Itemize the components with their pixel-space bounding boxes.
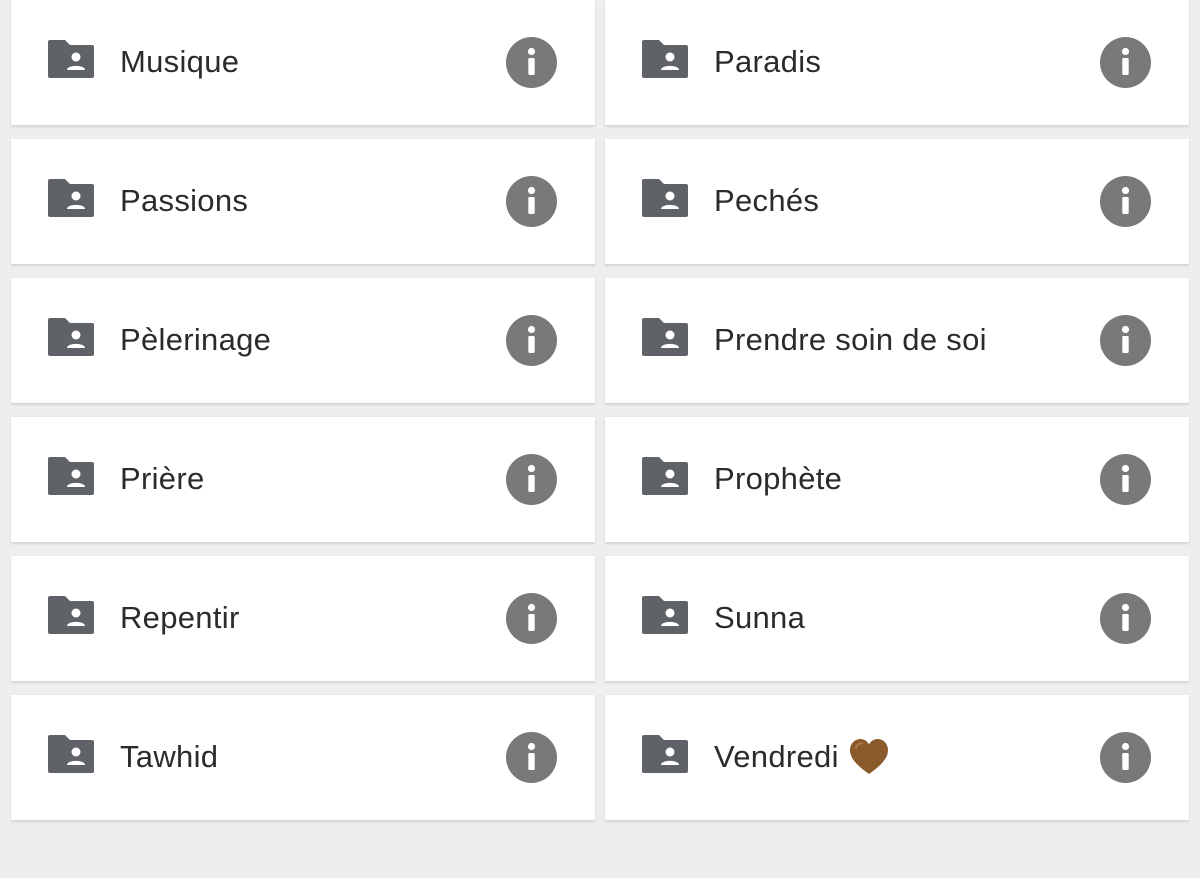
folder-name: Sunna xyxy=(714,600,806,635)
folder-card-passions[interactable]: Passions xyxy=(11,139,595,264)
folder-name: Tawhid xyxy=(120,739,219,774)
shared-folder-icon xyxy=(48,318,94,356)
folder-name: Pèlerinage xyxy=(120,322,272,357)
folder-name: Prière xyxy=(120,461,205,496)
folder-card-prophete[interactable]: Prophète xyxy=(605,417,1189,542)
folder-card-sunna[interactable]: Sunna xyxy=(605,556,1189,681)
shared-folders-grid: Musique Paradis Passions Pechés Pèlerina… xyxy=(11,0,1189,820)
folder-name: Passions xyxy=(120,183,249,218)
shared-folder-icon xyxy=(642,735,688,773)
folder-card-musique[interactable]: Musique xyxy=(11,0,595,125)
folder-name: Prophète xyxy=(714,461,843,496)
shared-folder-icon xyxy=(48,457,94,495)
info-icon[interactable] xyxy=(506,732,557,783)
info-icon[interactable] xyxy=(506,37,557,88)
folder-name-with-emoji: Vendredi xyxy=(714,738,889,776)
info-icon[interactable] xyxy=(1100,732,1151,783)
folder-card-paradis[interactable]: Paradis xyxy=(605,0,1189,125)
info-icon[interactable] xyxy=(1100,37,1151,88)
shared-folder-icon xyxy=(642,179,688,217)
folder-card-priere[interactable]: Prière xyxy=(11,417,595,542)
shared-folder-icon xyxy=(48,735,94,773)
shared-folder-icon xyxy=(642,596,688,634)
info-icon[interactable] xyxy=(1100,315,1151,366)
folder-name: Repentir xyxy=(120,600,240,635)
info-icon[interactable] xyxy=(1100,593,1151,644)
info-icon[interactable] xyxy=(506,176,557,227)
info-icon[interactable] xyxy=(506,593,557,644)
folder-name: Paradis xyxy=(714,44,822,79)
brown-heart-icon xyxy=(849,738,889,776)
shared-folder-icon xyxy=(48,179,94,217)
folder-card-pelerinage[interactable]: Pèlerinage xyxy=(11,278,595,403)
folder-name: Pechés xyxy=(714,183,820,218)
info-icon[interactable] xyxy=(506,454,557,505)
shared-folder-icon xyxy=(48,40,94,78)
info-icon[interactable] xyxy=(1100,454,1151,505)
folder-name: Vendredi xyxy=(714,739,839,774)
folder-card-vendredi[interactable]: Vendredi xyxy=(605,695,1189,820)
shared-folder-icon xyxy=(642,40,688,78)
info-icon[interactable] xyxy=(506,315,557,366)
folder-card-repentir[interactable]: Repentir xyxy=(11,556,595,681)
shared-folder-icon xyxy=(642,457,688,495)
folder-name: Prendre soin de soi xyxy=(714,322,987,357)
info-icon[interactable] xyxy=(1100,176,1151,227)
folder-card-tawhid[interactable]: Tawhid xyxy=(11,695,595,820)
folder-card-peches[interactable]: Pechés xyxy=(605,139,1189,264)
shared-folder-icon xyxy=(48,596,94,634)
folder-name: Musique xyxy=(120,44,240,79)
shared-folder-icon xyxy=(642,318,688,356)
folder-card-prendre-soin-de-soi[interactable]: Prendre soin de soi xyxy=(605,278,1189,403)
